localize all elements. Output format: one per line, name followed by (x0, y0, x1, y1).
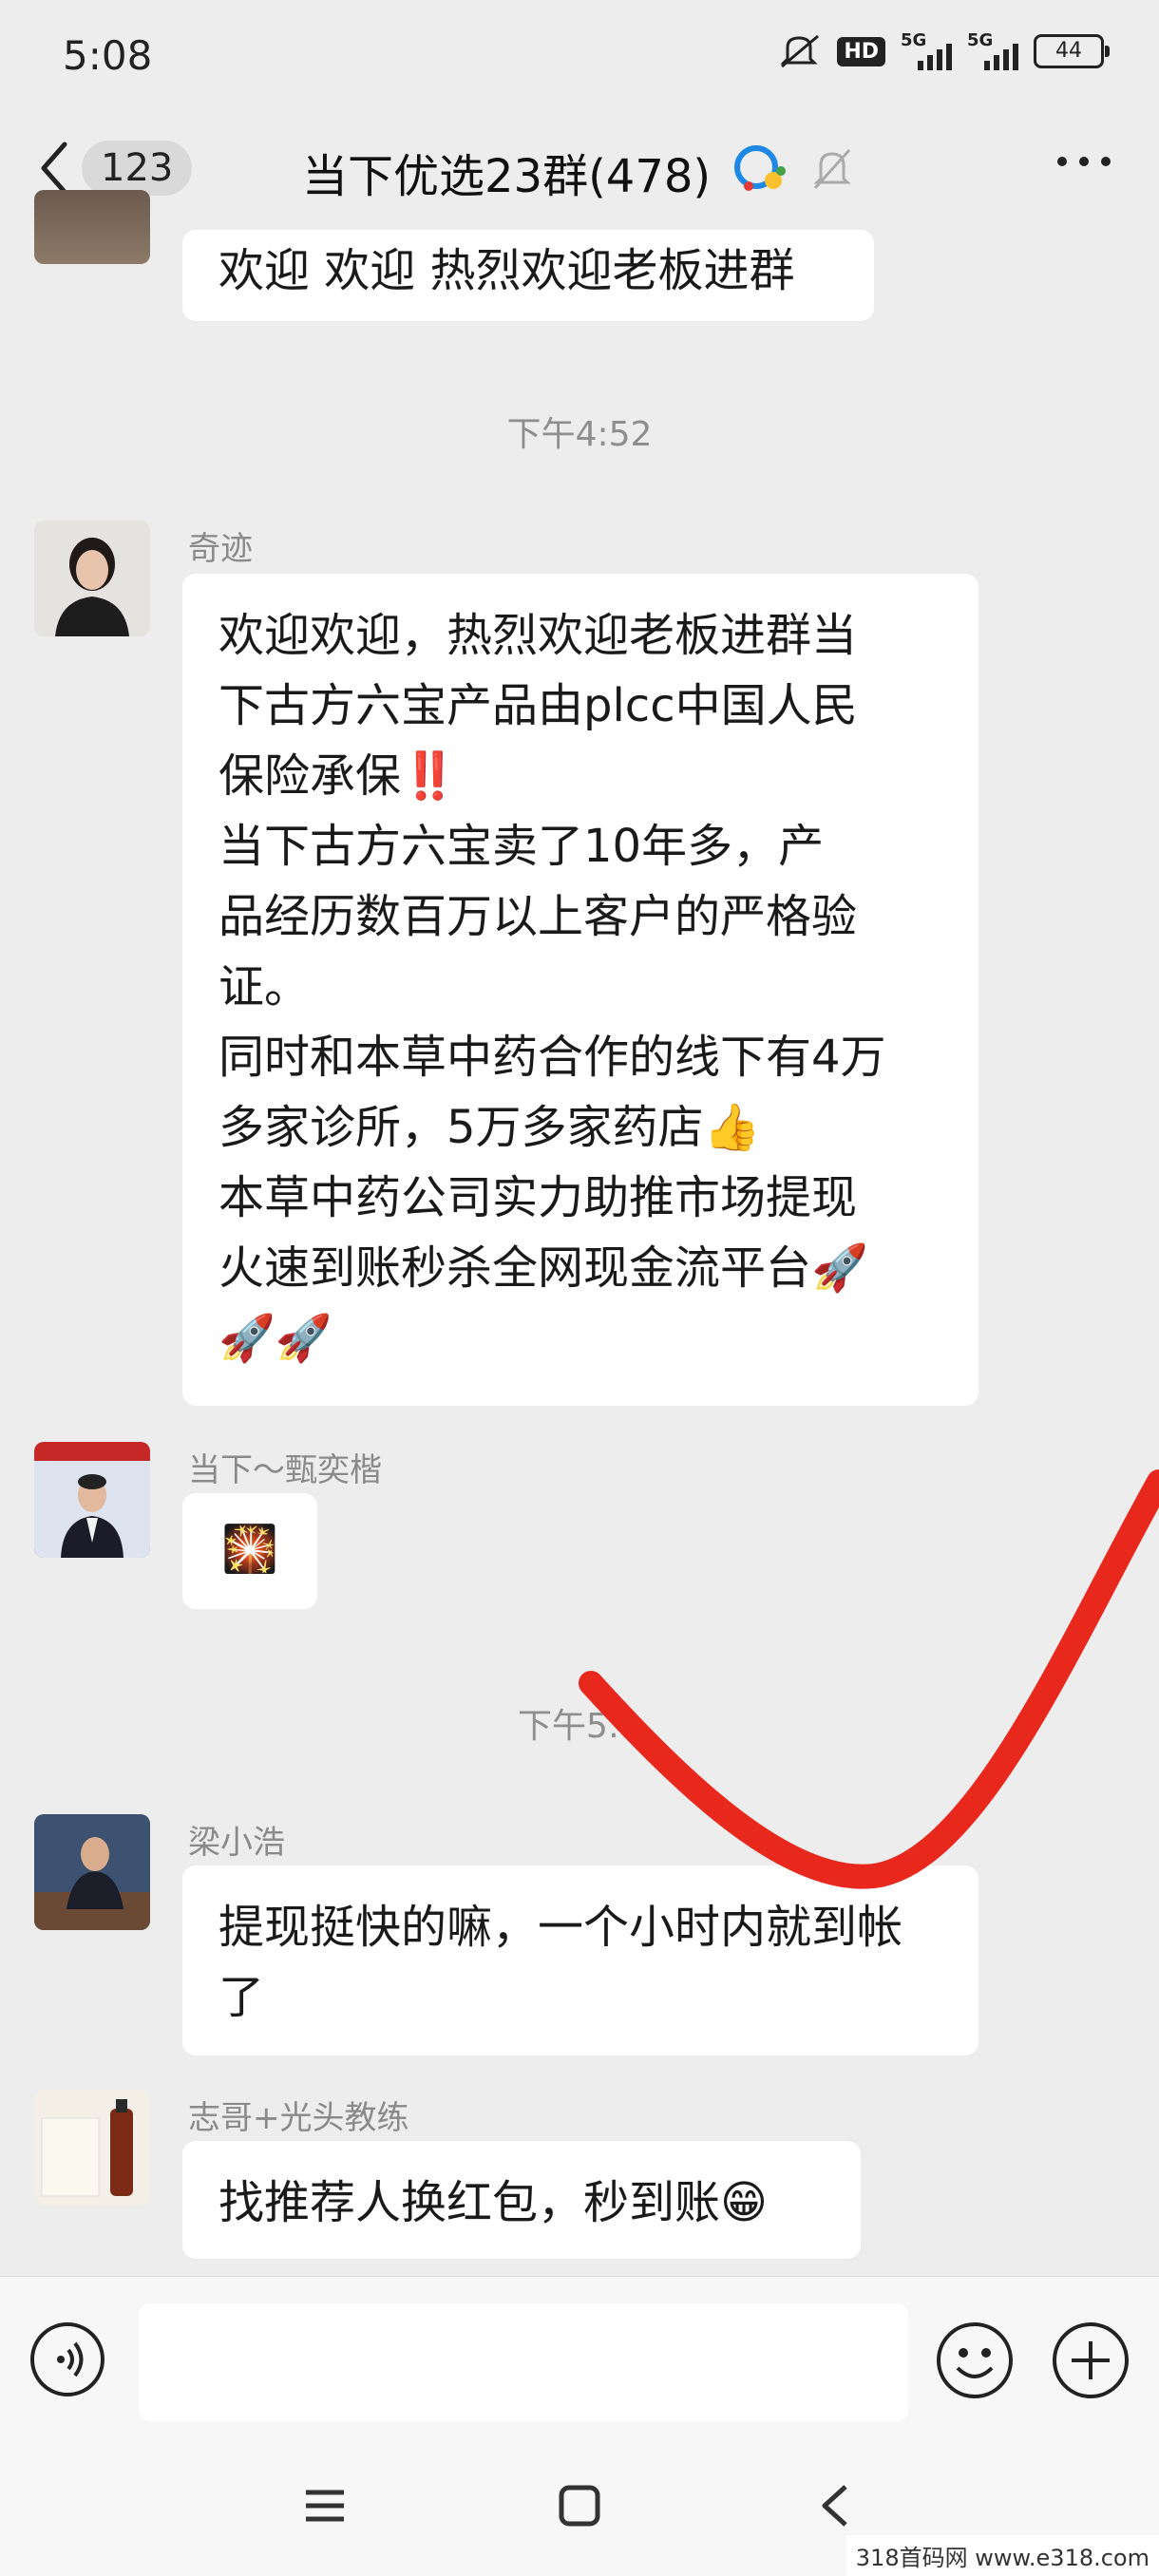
status-bar: 5:08 HD 5G 5G 44 (0, 0, 1159, 114)
status-time: 5:08 (63, 32, 153, 79)
message-bubble: 欢迎欢迎，热烈欢迎老板进群当 下古方六宝产品由plcc中国人民 保险承保‼️ 当… (182, 574, 978, 1406)
title-icons (730, 142, 853, 196)
input-bar (0, 2276, 1159, 2448)
message-input[interactable] (139, 2303, 908, 2421)
plus-icon (1053, 2322, 1129, 2398)
chat-header: 123 当下优选23群(478) (0, 114, 1159, 223)
person-avatar-icon (34, 521, 150, 636)
message-bubble: 欢迎 欢迎 热烈欢迎老板进群 (182, 230, 874, 321)
more-options-button[interactable] (1054, 142, 1113, 184)
hd-icon: HD (837, 36, 885, 66)
home-nav-button[interactable] (557, 2483, 602, 2532)
sender-name: 当下～甄奕楷 (188, 1451, 382, 1489)
sender-name: 梁小浩 (188, 1824, 285, 1862)
sender-name: 奇迹 (188, 530, 253, 568)
group-chat-icon[interactable] (730, 142, 790, 196)
battery-icon: 44 (1034, 34, 1110, 68)
emoji-icon (937, 2322, 1013, 2398)
muted-bell-icon (813, 148, 851, 190)
product-avatar-icon (34, 2090, 150, 2206)
message-bubble: 找推荐人换红包，秒到账😁 (182, 2141, 861, 2259)
sender-name: 志哥+光头教练 (188, 2099, 409, 2137)
chat-title[interactable]: 当下优选23群(478) (302, 139, 711, 205)
unread-count-badge: 123 (82, 141, 193, 196)
more-actions-button[interactable] (1051, 2320, 1130, 2404)
watermark: 318首码网 www.e318.com (846, 2535, 1159, 2576)
signal-icon: 5G (901, 30, 952, 70)
timestamp: 下午4:52 (506, 415, 653, 454)
home-square-icon (559, 2485, 600, 2527)
menu-icon (306, 2490, 344, 2522)
back-triangle-icon (822, 2485, 847, 2527)
avatar[interactable] (34, 1814, 150, 1930)
timestamp: 下午5:0 (518, 1707, 641, 1746)
menu-nav-button[interactable] (302, 2483, 348, 2532)
more-dots-icon (1057, 157, 1111, 166)
avatar[interactable] (34, 1442, 150, 1558)
message-bubble: 🎇 (182, 1493, 317, 1609)
system-nav-bar: 318首码网 www.e318.com (0, 2447, 1159, 2576)
person-avatar-icon (34, 1442, 150, 1558)
voice-icon (57, 2341, 84, 2377)
avatar[interactable] (34, 190, 150, 264)
chevron-left-icon (41, 142, 67, 195)
emoji-button[interactable] (935, 2320, 1015, 2404)
avatar[interactable] (34, 521, 150, 636)
avatar[interactable] (34, 2090, 150, 2206)
back-button[interactable]: 123 (38, 141, 193, 196)
person-avatar-icon (34, 1814, 150, 1930)
message-bubble: 提现挺快的嘛，一个小时内就到帐 了 (182, 1866, 978, 2055)
signal-icon-2: 5G (967, 30, 1018, 70)
voice-input-button[interactable] (30, 2322, 104, 2396)
status-icons: HD 5G 5G 44 (778, 30, 1110, 70)
back-nav-button[interactable] (813, 2483, 859, 2532)
mute-icon (780, 34, 820, 68)
